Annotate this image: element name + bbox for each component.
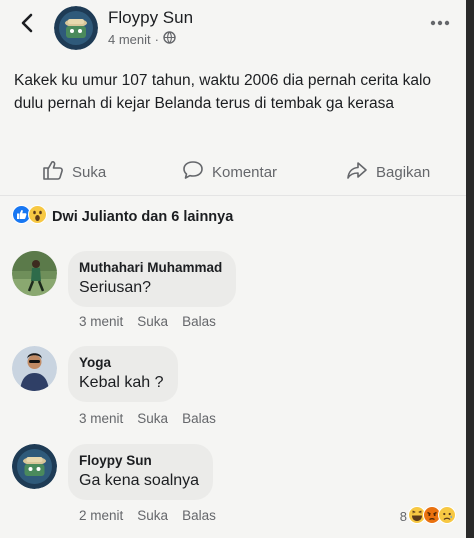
commenter-name[interactable]: Yoga	[79, 355, 164, 370]
back-arrow-icon[interactable]	[14, 10, 40, 36]
comment-button[interactable]: Komentar	[182, 156, 277, 188]
comment-bubble: Yoga Kebal kah ?	[68, 346, 178, 402]
comment-reply-link[interactable]: Balas	[182, 411, 216, 426]
comment-label: Komentar	[212, 163, 278, 181]
post-time: 4 menit	[108, 31, 151, 47]
screen-edge	[466, 0, 474, 538]
comment-meta: 3 menit Suka Balas	[79, 314, 230, 329]
comment-text: Ga kena soalnya	[79, 472, 200, 489]
comment-reply-link[interactable]: Balas	[182, 508, 216, 523]
commenter-avatar[interactable]	[12, 444, 57, 489]
comment-reactions[interactable]: 8	[400, 506, 456, 527]
comment-meta: 3 menit Suka Balas	[79, 411, 230, 426]
more-options-icon[interactable]	[428, 14, 452, 32]
poster-name[interactable]: Floypy Sun	[108, 8, 193, 28]
reaction-icons	[12, 205, 47, 228]
commenter-name[interactable]: Floypy Sun	[79, 453, 199, 468]
sad-reaction-icon	[438, 506, 456, 527]
comment-time: 2 menit	[79, 508, 124, 523]
speech-bubble-icon	[182, 160, 204, 184]
post-detail-screen: Floypy Sun 4 menit · Kakek ku umur 107 t…	[0, 0, 474, 538]
share-button[interactable]: Bagikan	[346, 156, 430, 188]
post-text: Kakek ku umur 107 tahun, waktu 2006 dia …	[14, 72, 432, 112]
commenter-name[interactable]: Muthahari Muhammad	[79, 260, 222, 275]
share-arrow-icon	[346, 160, 368, 184]
comment-bubble: Floypy Sun Ga kena soalnya	[68, 444, 214, 500]
post-meta: 4 menit ·	[108, 31, 176, 47]
comment-like-link[interactable]: Suka	[137, 508, 168, 523]
comment-bubble: Muthahari Muhammad Seriusan?	[68, 251, 237, 307]
thumbs-up-icon	[42, 160, 64, 184]
comment-text: Kebal kah ?	[79, 374, 164, 391]
like-button[interactable]: Suka	[42, 156, 106, 188]
like-label: Suka	[72, 163, 107, 181]
meta-separator: ·	[154, 31, 159, 47]
comment-text: Seriusan?	[79, 279, 152, 296]
commenter-avatar[interactable]	[12, 346, 57, 391]
comment-like-link[interactable]: Suka	[137, 314, 168, 329]
comment-time: 3 menit	[79, 314, 124, 329]
reaction-count: 8	[399, 509, 407, 524]
share-label: Bagikan	[376, 163, 431, 181]
poster-avatar[interactable]	[54, 6, 98, 50]
comment-meta: 2 menit Suka Balas	[79, 508, 230, 523]
comment-time: 3 menit	[79, 411, 124, 426]
commenter-avatar[interactable]	[12, 251, 57, 296]
wow-reaction-icon	[28, 205, 47, 228]
divider	[0, 195, 466, 196]
reactions-text: Dwi Julianto dan 6 lainnya	[52, 208, 234, 225]
reactions-summary[interactable]: Dwi Julianto dan 6 lainnya	[12, 205, 233, 228]
globe-icon	[163, 31, 176, 47]
comment-like-link[interactable]: Suka	[137, 411, 168, 426]
like-reaction-icon	[12, 205, 31, 228]
comment-reply-link[interactable]: Balas	[182, 314, 216, 329]
post-action-bar: Suka Komentar Bagikan	[0, 156, 466, 188]
